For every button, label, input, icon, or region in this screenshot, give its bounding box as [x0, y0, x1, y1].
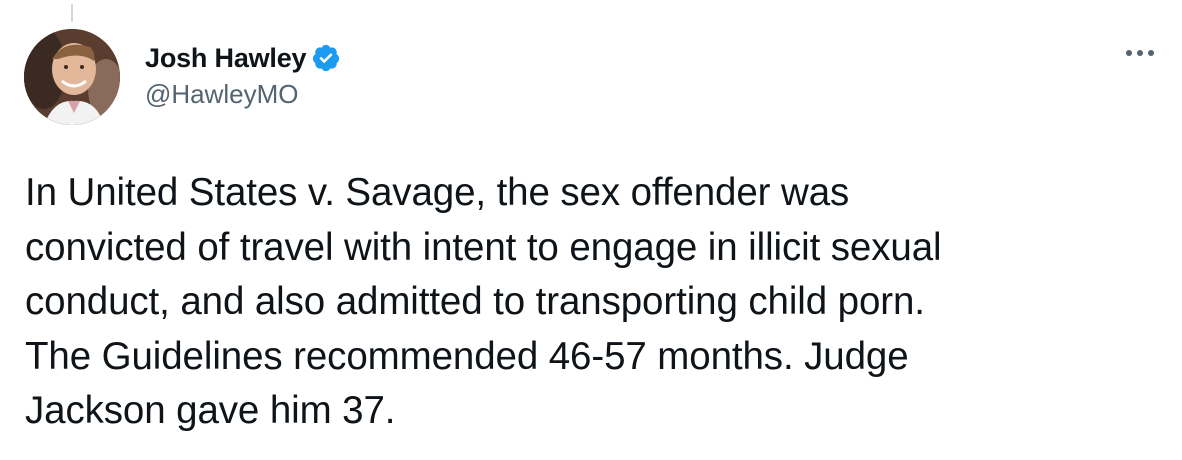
avatar[interactable] — [24, 29, 120, 125]
author-display-name[interactable]: Josh Hawley — [145, 43, 307, 74]
thread-connector-line — [71, 4, 73, 22]
profile-photo-icon — [24, 29, 120, 125]
verified-badge-icon — [311, 43, 341, 73]
more-options-icon — [1126, 50, 1154, 56]
author-name-row[interactable]: Josh Hawley — [145, 40, 341, 76]
tweet-text: In United States v. Savage, the sex offe… — [25, 171, 942, 432]
more-options-button[interactable] — [1120, 38, 1160, 68]
author-handle[interactable]: @HawleyMO — [145, 79, 299, 110]
